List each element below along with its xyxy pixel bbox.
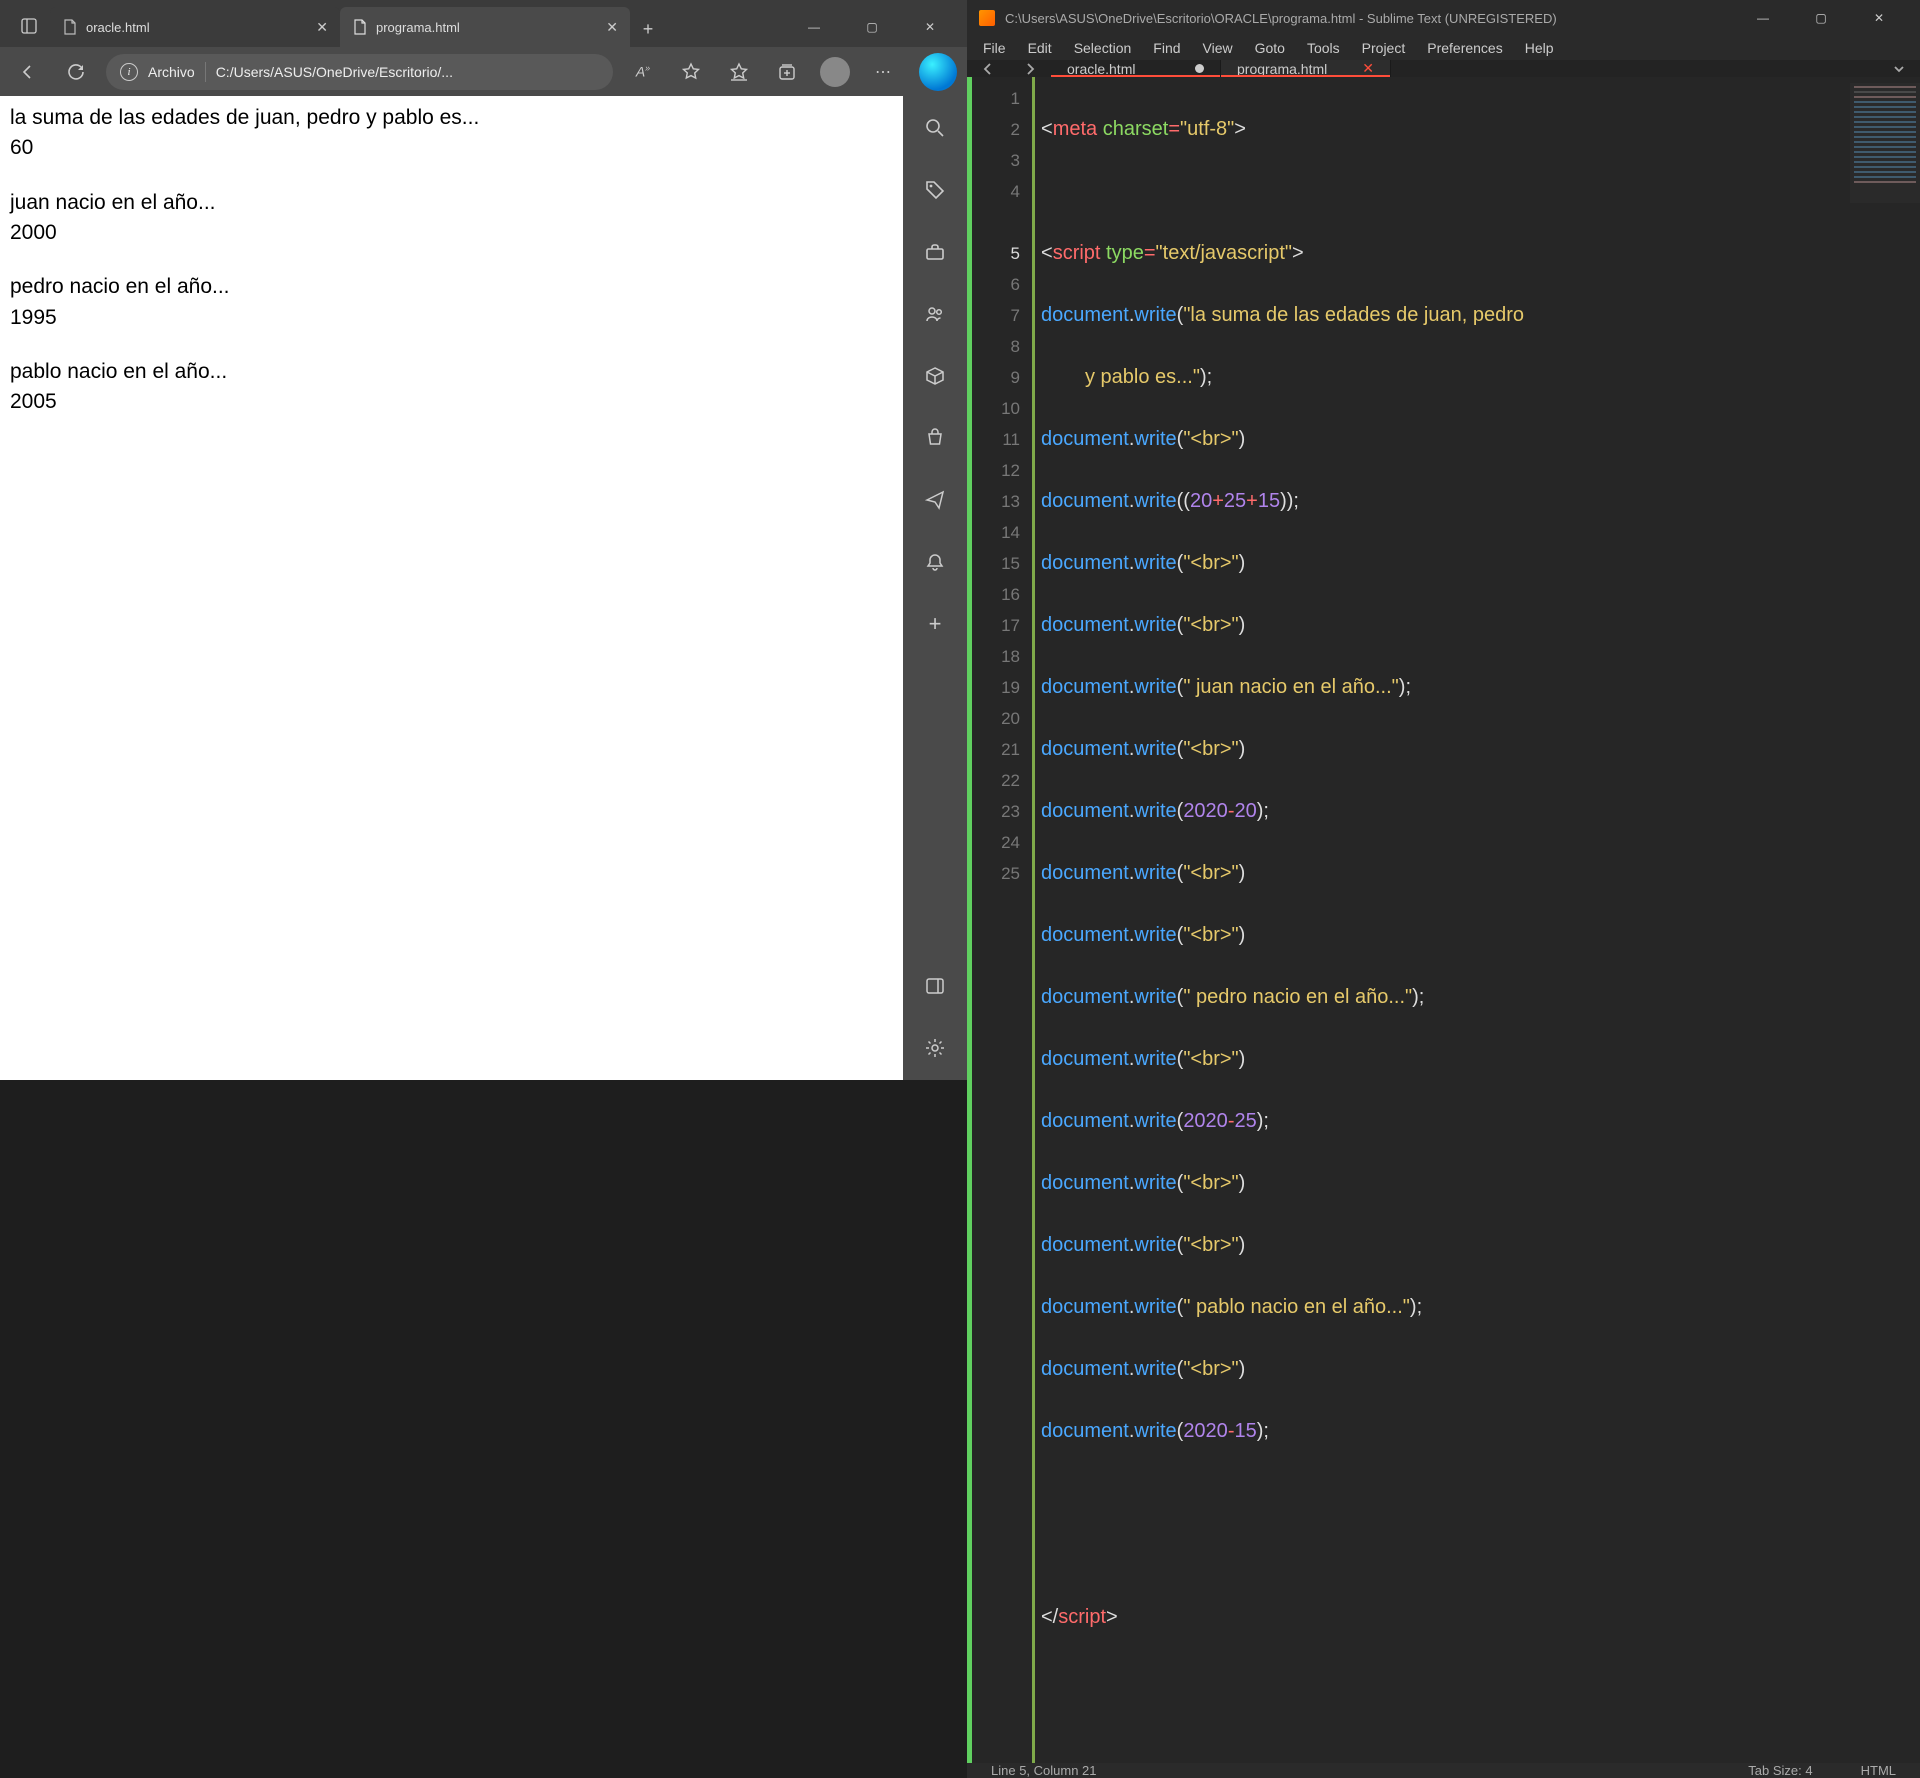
favorites-list-icon[interactable] bbox=[721, 54, 757, 90]
file-icon bbox=[62, 19, 78, 35]
minimap[interactable] bbox=[1850, 83, 1920, 203]
menu-find[interactable]: Find bbox=[1143, 36, 1190, 60]
tab-prev-button[interactable] bbox=[967, 60, 1009, 77]
people-icon[interactable] bbox=[915, 294, 955, 334]
new-tab-button[interactable]: + bbox=[630, 11, 666, 47]
browser-tab-strip: oracle.html ✕ programa.html ✕ + — ▢ ✕ bbox=[0, 0, 967, 47]
output-value: 1995 bbox=[10, 304, 893, 332]
bell-icon[interactable] bbox=[915, 542, 955, 582]
panel-icon[interactable] bbox=[915, 966, 955, 1006]
tab-title: oracle.html bbox=[86, 20, 150, 35]
refresh-button[interactable] bbox=[58, 54, 94, 90]
output-text: pablo nacio en el año... bbox=[10, 358, 893, 386]
edge-browser-window: oracle.html ✕ programa.html ✕ + — ▢ ✕ i … bbox=[0, 0, 967, 1080]
dirty-indicator-icon bbox=[1195, 64, 1204, 73]
output-text: juan nacio en el año... bbox=[10, 189, 893, 217]
maximize-button[interactable]: ▢ bbox=[843, 7, 901, 47]
menu-view[interactable]: View bbox=[1193, 36, 1243, 60]
menu-tools[interactable]: Tools bbox=[1297, 36, 1350, 60]
back-button[interactable] bbox=[10, 54, 46, 90]
address-path: C:/Users/ASUS/OneDrive/Escritorio/... bbox=[216, 64, 453, 80]
output-value: 60 bbox=[10, 134, 893, 162]
browser-content-area: la suma de las edades de juan, pedro y p… bbox=[0, 96, 967, 1080]
bing-icon[interactable] bbox=[919, 53, 957, 91]
tab-title: programa.html bbox=[376, 20, 460, 35]
sublime-logo-icon bbox=[979, 10, 995, 26]
sublime-titlebar: C:\Users\ASUS\OneDrive\Escritorio\ORACLE… bbox=[967, 0, 1920, 36]
close-button[interactable]: ✕ bbox=[1850, 0, 1908, 36]
sublime-window: C:\Users\ASUS\OneDrive\Escritorio\ORACLE… bbox=[967, 0, 1920, 1080]
favorite-icon[interactable] bbox=[673, 54, 709, 90]
close-button[interactable]: ✕ bbox=[901, 7, 959, 47]
tab-size[interactable]: Tab Size: 4 bbox=[1748, 1763, 1812, 1778]
tab-overflow-button[interactable] bbox=[1878, 60, 1920, 77]
sublime-title: C:\Users\ASUS\OneDrive\Escritorio\ORACLE… bbox=[1005, 11, 1557, 26]
shopping-icon[interactable] bbox=[915, 418, 955, 458]
tag-icon[interactable] bbox=[915, 170, 955, 210]
sublime-window-controls: — ▢ ✕ bbox=[1734, 0, 1908, 36]
settings-icon[interactable] bbox=[915, 1028, 955, 1068]
minimize-button[interactable]: — bbox=[785, 7, 843, 47]
more-icon[interactable]: ⋯ bbox=[865, 54, 901, 90]
maximize-button[interactable]: ▢ bbox=[1792, 0, 1850, 36]
tab-name: programa.html bbox=[1237, 61, 1327, 77]
address-bar[interactable]: i Archivo C:/Users/ASUS/OneDrive/Escrito… bbox=[106, 54, 613, 90]
menu-project[interactable]: Project bbox=[1352, 36, 1416, 60]
tab-name: oracle.html bbox=[1067, 61, 1135, 77]
menu-goto[interactable]: Goto bbox=[1245, 36, 1295, 60]
reading-mode-icon[interactable]: A» bbox=[625, 54, 661, 90]
cursor-position[interactable]: Line 5, Column 21 bbox=[991, 1763, 1097, 1778]
collections-icon[interactable] bbox=[769, 54, 805, 90]
add-icon[interactable]: + bbox=[915, 604, 955, 644]
browser-window-controls: — ▢ ✕ bbox=[785, 7, 959, 47]
address-kind: Archivo bbox=[148, 64, 195, 80]
rendered-page: la suma de las edades de juan, pedro y p… bbox=[0, 96, 903, 1080]
editor-tab[interactable]: oracle.html bbox=[1051, 60, 1221, 77]
line-gutter: 1234 56789 1011121314 1516171819 2021222… bbox=[972, 77, 1032, 1763]
cube-icon[interactable] bbox=[915, 356, 955, 396]
divider bbox=[205, 62, 206, 82]
sublime-menubar: File Edit Selection Find View Goto Tools… bbox=[967, 36, 1920, 60]
editor-tab[interactable]: programa.html ✕ bbox=[1221, 60, 1391, 77]
menu-help[interactable]: Help bbox=[1515, 36, 1564, 60]
browser-tab[interactable]: programa.html ✕ bbox=[340, 7, 630, 47]
close-icon[interactable]: ✕ bbox=[1362, 60, 1374, 77]
browser-tab[interactable]: oracle.html ✕ bbox=[50, 7, 340, 47]
close-icon[interactable]: ✕ bbox=[316, 19, 328, 36]
output-text: pedro nacio en el año... bbox=[10, 273, 893, 301]
edge-sidebar: + bbox=[903, 96, 967, 1080]
output-value: 2005 bbox=[10, 388, 893, 416]
site-info-icon[interactable]: i bbox=[120, 63, 138, 81]
code-content[interactable]: <meta charset="utf-8"> <script type="tex… bbox=[1035, 77, 1920, 1763]
minimize-button[interactable]: — bbox=[1734, 0, 1792, 36]
profile-icon[interactable] bbox=[817, 54, 853, 90]
sublime-statusbar: Line 5, Column 21 Tab Size: 4 HTML bbox=[967, 1763, 1920, 1778]
output-text: la suma de las edades de juan, pedro y p… bbox=[10, 104, 893, 132]
search-icon[interactable] bbox=[915, 108, 955, 148]
file-icon bbox=[352, 19, 368, 35]
menu-preferences[interactable]: Preferences bbox=[1417, 36, 1512, 60]
sublime-tabs: oracle.html programa.html ✕ bbox=[967, 60, 1920, 77]
menu-selection[interactable]: Selection bbox=[1064, 36, 1142, 60]
tab-next-button[interactable] bbox=[1009, 60, 1051, 77]
browser-toolbar: i Archivo C:/Users/ASUS/OneDrive/Escrito… bbox=[0, 47, 967, 96]
toolbox-icon[interactable] bbox=[915, 232, 955, 272]
menu-edit[interactable]: Edit bbox=[1018, 36, 1062, 60]
output-value: 2000 bbox=[10, 219, 893, 247]
editor-area[interactable]: 1234 56789 1011121314 1516171819 2021222… bbox=[967, 77, 1920, 1763]
syntax-mode[interactable]: HTML bbox=[1861, 1763, 1896, 1778]
tab-actions-button[interactable] bbox=[8, 5, 50, 47]
close-icon[interactable]: ✕ bbox=[606, 19, 618, 36]
send-icon[interactable] bbox=[915, 480, 955, 520]
menu-file[interactable]: File bbox=[973, 36, 1016, 60]
